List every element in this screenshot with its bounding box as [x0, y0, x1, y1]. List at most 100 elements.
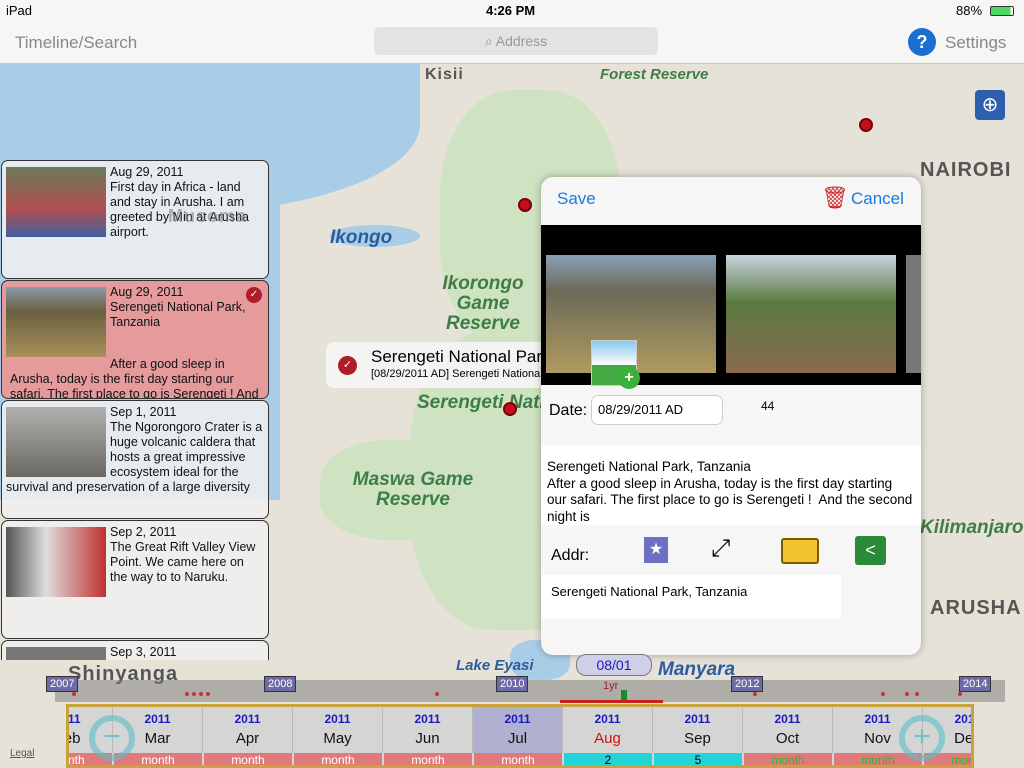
map-label: Maswa Game Reserve [352, 469, 474, 510]
expand-icon[interactable]: ⤢ [711, 535, 730, 563]
photo-thumbnail [6, 527, 106, 597]
trash-icon[interactable]: 🗑 [821, 185, 849, 211]
month-column[interactable]: 2011 Apr [203, 707, 293, 753]
photo-strip[interactable]: + [541, 225, 921, 389]
month-name: Jul [507, 730, 528, 747]
month-count-bar[interactable]: 5 [654, 753, 742, 765]
settings-button[interactable]: Settings [945, 33, 1006, 53]
bookmark-star-icon[interactable]: ★ [644, 537, 668, 563]
year-marker[interactable]: 2008 [264, 676, 297, 692]
photo[interactable] [906, 255, 921, 373]
photo-thumbnail [6, 407, 106, 477]
addr-label: Addr: [551, 547, 590, 564]
month-year: 2011 [684, 712, 711, 726]
status-bar: iPad 4:26 PM 88% [0, 0, 1024, 20]
locate-icon[interactable]: ⊕ [975, 90, 1005, 120]
zoom-in-icon[interactable]: + [899, 715, 945, 761]
list-item[interactable]: Sep 2, 2011 The Great Rift Valley View P… [1, 520, 269, 639]
map-label: Serengeti National Park [417, 393, 547, 413]
clock: 4:26 PM [486, 3, 536, 18]
map-callout[interactable]: ✓ Serengeti National Park [08/29/2011 AD… [326, 342, 556, 388]
year-marker[interactable]: 2010 [496, 676, 529, 692]
map-label: NAIROBI [920, 159, 1012, 181]
month-year: 2011 [234, 712, 261, 726]
callout-title: Serengeti National Park [371, 347, 551, 366]
month-count-bar[interactable]: month [204, 753, 292, 765]
current-date-badge: 08/01 [576, 654, 652, 676]
callout-subtitle: [08/29/2011 AD] Serengeti National Park [371, 368, 556, 380]
month-year: 2011 [414, 712, 441, 726]
description-textarea[interactable]: Serengeti National Park, Tanzania After … [541, 445, 921, 525]
year-track[interactable] [55, 680, 1005, 702]
month-year: 2011 [504, 712, 531, 726]
month-count-bar[interactable]: month [384, 753, 472, 765]
date-field[interactable]: 08/29/2011 AD [591, 395, 723, 425]
month-count-bar[interactable]: month [474, 753, 562, 765]
timeline-search-button[interactable]: Timeline/Search [15, 33, 137, 53]
photo-thumbnail [6, 287, 106, 357]
month-name: Jun [415, 730, 440, 747]
list-item[interactable]: ✓ Aug 29, 2011 Serengeti National Park, … [1, 280, 269, 399]
year-marker[interactable]: 2007 [46, 676, 79, 692]
zoom-out-icon[interactable]: − [89, 715, 135, 761]
map-label: Lake Eyasi [456, 657, 534, 674]
cancel-button[interactable]: Cancel [851, 189, 904, 209]
list-item[interactable]: Sep 1, 2011 The Ngorongoro Crater is a h… [1, 400, 269, 519]
photo-count: 44 [761, 399, 775, 413]
save-button[interactable]: Save [557, 189, 596, 209]
month-column[interactable]: 2011 Aug [563, 707, 653, 753]
photo-thumbnail [6, 167, 106, 237]
month-count-bar[interactable]: 2 [564, 753, 652, 765]
add-folder-icon[interactable] [781, 538, 819, 564]
map-pin[interactable] [859, 118, 873, 132]
map-label: ARUSHA [930, 597, 1022, 619]
map-pin[interactable] [518, 198, 532, 212]
photo-thumbnail [6, 647, 106, 660]
month-year: 2011 [594, 712, 621, 726]
list-item[interactable]: Aug 29, 2011 First day in Africa - land … [1, 160, 269, 279]
range-indicator [560, 700, 663, 703]
month-name: Apr [235, 730, 260, 747]
map-pin[interactable] [503, 402, 517, 416]
month-year: 2011 [774, 712, 801, 726]
span-label: 1yr [603, 680, 619, 692]
battery-level: 88% [956, 3, 983, 18]
map-label: Kilimanjaro National [920, 518, 1024, 538]
month-column[interactable]: 2011 May [293, 707, 383, 753]
battery-icon [990, 6, 1014, 16]
nav-bar: Timeline/Search ⌕ Address ? Settings [0, 20, 1024, 64]
month-column[interactable]: 2011 Oct [743, 707, 833, 753]
month-column[interactable]: 2011 Sep [653, 707, 743, 753]
address-field[interactable]: Serengeti National Park, Tanzania [541, 575, 841, 619]
entry-editor-popup: Save 🗑 Cancel + Date: 08/29/2011 AD 44 S… [541, 177, 921, 655]
address-search-input[interactable]: ⌕ Address [374, 27, 658, 55]
search-placeholder: Address [495, 33, 548, 49]
month-count-bar[interactable]: month [744, 753, 832, 765]
add-photo-icon[interactable]: + [591, 340, 640, 389]
list-item[interactable]: Sep 3, 2011 [1, 640, 269, 660]
month-name: May [323, 730, 352, 747]
help-icon[interactable]: ? [908, 28, 936, 56]
month-count-bar[interactable]: month [294, 753, 382, 765]
map-label: Kisii [425, 66, 464, 83]
month-name: Oct [775, 730, 800, 747]
photo[interactable] [726, 255, 896, 373]
month-column[interactable]: 2011 Jun [383, 707, 473, 753]
map-label: Ikorongo Game Reserve [442, 273, 524, 334]
month-strip[interactable]: 2011Febmonth2011Marmonth2011Aprmonth2011… [66, 704, 974, 768]
year-marker[interactable]: 2014 [959, 676, 992, 692]
current-marker [621, 690, 627, 700]
map-label: Forest Reserve [600, 66, 709, 83]
year-marker[interactable]: 2012 [731, 676, 764, 692]
date-label: Date: [549, 402, 588, 419]
entry-text: After a good sleep in Arusha, today is t… [10, 357, 259, 399]
month-year: 2011 [324, 712, 351, 726]
month-name: Aug [594, 730, 621, 747]
entry-list[interactable]: Aug 29, 2011 First day in Africa - land … [0, 160, 270, 660]
month-column[interactable]: 2011 Jul [473, 707, 563, 753]
checkmark-icon: ✓ [338, 356, 357, 375]
share-icon[interactable]: < [855, 536, 886, 565]
map-label: Ikongo [330, 227, 393, 248]
search-icon: ⌕ [484, 33, 496, 49]
checkmark-icon[interactable]: ✓ [246, 287, 262, 303]
